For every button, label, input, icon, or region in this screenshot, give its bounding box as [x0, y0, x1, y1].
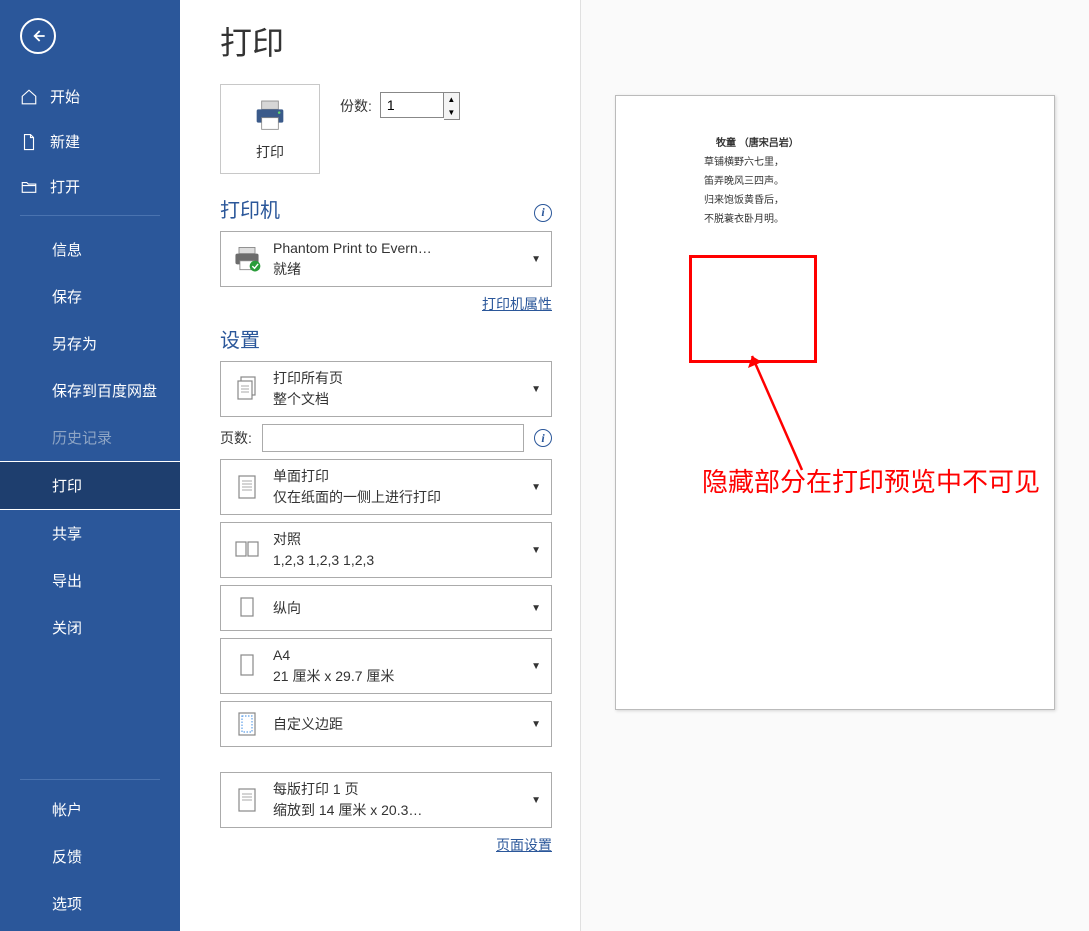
poem-line: 不脱蓑衣卧月明。: [616, 210, 1054, 229]
nav-home[interactable]: 开始: [0, 74, 180, 119]
nav-info[interactable]: 信息: [0, 226, 180, 273]
backstage-sidebar: 开始 新建 打开 信息 保存 另存为 保存到百度网盘 历史记录 打印 共享 导出…: [0, 0, 180, 931]
sidebar-divider: [20, 215, 160, 216]
portrait-icon: [231, 592, 263, 624]
spinner-down[interactable]: ▼: [444, 106, 459, 119]
margins-dropdown[interactable]: 自定义边距 ▼: [220, 701, 552, 747]
poem-title: 牧童 （唐宋吕岩）: [616, 134, 1054, 153]
dd-sub: 整个文档: [273, 389, 521, 410]
pages-label: 页数:: [220, 428, 252, 448]
annotation-arrow-icon: [742, 350, 822, 480]
annotation-highlight-box: [689, 255, 817, 363]
nav-new[interactable]: 新建: [0, 119, 180, 164]
poem-line: 草铺横野六七里，: [616, 153, 1054, 172]
dd-title: A4: [273, 645, 521, 666]
sided-dropdown[interactable]: 单面打印 仅在纸面的一侧上进行打印 ▼: [220, 459, 552, 515]
printer-status: 就绪: [273, 259, 521, 280]
spinner-up[interactable]: ▲: [444, 93, 459, 106]
annotation-text: 隐藏部分在打印预览中不可见: [702, 464, 1040, 500]
preview-page: 牧童 （唐宋吕岩） 草铺横野六七里， 笛弄晚风三四声。 归来饱饭黄昏后， 不脱蓑…: [615, 95, 1055, 710]
main-area: 打印 打印 份数: ▲ ▼: [180, 0, 1089, 931]
nav-print[interactable]: 打印: [0, 461, 180, 510]
chevron-down-icon: ▼: [531, 545, 541, 556]
dd-sub: 1,2,3 1,2,3 1,2,3: [273, 550, 521, 571]
poem-line: 笛弄晚风三四声。: [616, 172, 1054, 191]
printer-ready-icon: [231, 243, 263, 275]
margins-icon: [231, 708, 263, 740]
printer-name: Phantom Print to Evern…: [273, 238, 521, 259]
dd-title: 纵向: [273, 598, 521, 619]
page-title: 打印: [220, 18, 552, 64]
home-icon: [20, 88, 38, 106]
dd-title: 每版打印 1 页: [273, 779, 521, 800]
printer-properties-link[interactable]: 打印机属性: [482, 296, 552, 312]
nav-account[interactable]: 帐户: [0, 786, 180, 833]
nav-feedback[interactable]: 反馈: [0, 833, 180, 880]
print-action-button[interactable]: 打印: [220, 84, 320, 174]
collate-dropdown[interactable]: 对照 1,2,3 1,2,3 1,2,3 ▼: [220, 522, 552, 578]
printer-icon: [250, 96, 290, 136]
nav-label: 开始: [50, 86, 80, 107]
poem-line: 归来饱饭黄昏后，: [616, 191, 1054, 210]
printer-section-title: 打印机: [220, 194, 280, 223]
nav-open[interactable]: 打开: [0, 164, 180, 209]
chevron-down-icon: ▼: [531, 719, 541, 730]
dd-sub: 仅在纸面的一侧上进行打印: [273, 487, 521, 508]
chevron-down-icon: ▼: [531, 384, 541, 395]
back-button[interactable]: [20, 18, 56, 54]
orientation-dropdown[interactable]: 纵向 ▼: [220, 585, 552, 631]
single-sided-icon: [231, 471, 263, 503]
chevron-down-icon: ▼: [531, 254, 541, 265]
print-preview-area: 牧童 （唐宋吕岩） 草铺横野六七里， 笛弄晚风三四声。 归来饱饭黄昏后， 不脱蓑…: [580, 0, 1089, 931]
pages-option-dropdown[interactable]: 打印所有页 整个文档 ▼: [220, 361, 552, 417]
back-arrow-icon: [28, 26, 48, 46]
paper-dropdown[interactable]: A4 21 厘米 x 29.7 厘米 ▼: [220, 638, 552, 694]
dd-title: 打印所有页: [273, 368, 521, 389]
chevron-down-icon: ▼: [531, 603, 541, 614]
info-icon[interactable]: i: [534, 429, 552, 447]
nav-export[interactable]: 导出: [0, 557, 180, 604]
folder-open-icon: [20, 178, 38, 196]
nav-share[interactable]: 共享: [0, 510, 180, 557]
info-icon[interactable]: i: [534, 204, 552, 222]
printer-dropdown[interactable]: Phantom Print to Evern… 就绪 ▼: [220, 231, 552, 287]
pages-input[interactable]: [262, 424, 524, 452]
nav-history: 历史记录: [0, 414, 180, 461]
nav-saveas[interactable]: 另存为: [0, 320, 180, 367]
copies-spinner: ▲ ▼: [444, 92, 460, 120]
dd-title: 自定义边距: [273, 714, 521, 735]
dd-sub: 缩放到 14 厘米 x 20.3…: [273, 800, 521, 821]
copies-input[interactable]: [380, 92, 444, 118]
chevron-down-icon: ▼: [531, 661, 541, 672]
sheets-dropdown[interactable]: 每版打印 1 页 缩放到 14 厘米 x 20.3… ▼: [220, 772, 552, 828]
nav-close[interactable]: 关闭: [0, 604, 180, 651]
collate-icon: [231, 534, 263, 566]
paper-size-icon: [231, 650, 263, 682]
pages-icon: [231, 373, 263, 405]
nav-label: 新建: [50, 131, 80, 152]
page-setup-link[interactable]: 页面设置: [496, 837, 552, 853]
preview-document-content: 牧童 （唐宋吕岩） 草铺横野六七里， 笛弄晚风三四声。 归来饱饭黄昏后， 不脱蓑…: [616, 134, 1054, 229]
nav-options[interactable]: 选项: [0, 880, 180, 927]
dd-title: 对照: [273, 529, 521, 550]
nav-save-baidu[interactable]: 保存到百度网盘: [0, 367, 180, 414]
chevron-down-icon: ▼: [531, 795, 541, 806]
settings-section-title: 设置: [220, 324, 552, 353]
nav-label: 打开: [50, 176, 80, 197]
print-button-label: 打印: [256, 142, 284, 162]
sheets-per-page-icon: [231, 784, 263, 816]
copies-label: 份数:: [340, 96, 372, 116]
sidebar-divider: [20, 779, 160, 780]
nav-save[interactable]: 保存: [0, 273, 180, 320]
dd-sub: 21 厘米 x 29.7 厘米: [273, 666, 521, 687]
chevron-down-icon: ▼: [531, 482, 541, 493]
print-settings-panel: 打印 打印 份数: ▲ ▼: [180, 0, 580, 931]
dd-title: 单面打印: [273, 466, 521, 487]
file-icon: [20, 133, 38, 151]
